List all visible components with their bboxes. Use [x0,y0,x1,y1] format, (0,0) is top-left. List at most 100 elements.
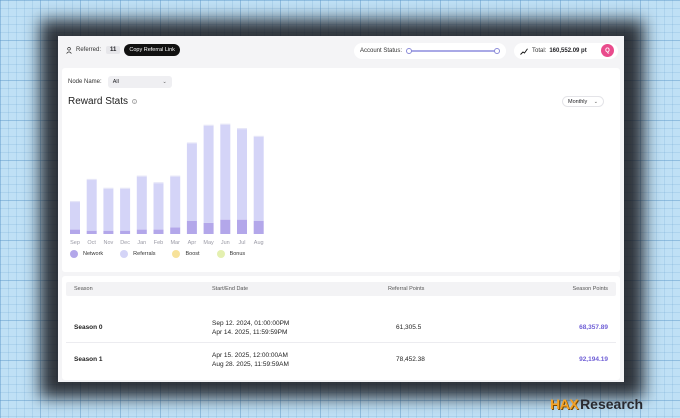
x-tick-label: Jul [238,240,245,246]
legend-item-referrals[interactable]: Referrals [120,250,155,258]
chevron-down-icon: ⌄ [593,98,598,105]
x-tick-label: Aug [254,240,264,246]
bar-network-jul[interactable] [237,219,247,234]
total-label: Total: [532,48,547,54]
x-tick-label: Feb [154,240,163,246]
header-season: Season [74,286,93,292]
node-name-select[interactable]: All ⌄ [107,76,172,88]
reward-stats-title: Reward Stats i [68,96,138,107]
copy-referral-link-button[interactable]: Copy Referral Link [124,44,180,56]
legend-item-boost[interactable]: Boost [172,250,200,258]
bar-network-jun[interactable] [220,219,231,234]
bar-referrals-may[interactable] [203,125,214,223]
trend-icon [520,48,528,55]
season-name: Season 0 [74,324,103,331]
reward-stats-title-text: Reward Stats [68,96,129,107]
reward-stats-chart: Sep Oct Nov Dec Jan Feb Mar Apr May Jun Jul Aug [70,123,264,246]
watermark-logo: HAX Research [550,396,643,412]
period-value: Monthly [568,98,588,105]
node-name-value: All [112,79,119,85]
table-row[interactable]: Season 1 Apr 15. 2025, 12:00:00AM Aug 28… [66,344,616,374]
x-tick-label: Oct [87,240,96,246]
season-dates: Apr 15. 2025, 12:00:00AM Aug 28. 2025, 1… [212,351,289,369]
row-divider [66,342,616,343]
x-tick-label: Sep [70,240,80,246]
referral-points: 78,452.38 [396,356,425,363]
bar-referrals-feb[interactable] [153,183,164,230]
node-filter: Node Name: All ⌄ [68,76,172,88]
reward-stats-card: Node Name: All ⌄ Reward Stats i Monthly … [62,68,620,272]
bar-network-feb[interactable] [153,229,164,234]
x-tick-label: Jan [137,240,146,246]
account-status-fill [408,50,498,52]
bar-network-may[interactable] [203,222,214,234]
bar-cap-feb [153,182,164,184]
slider-end-knob[interactable] [494,48,501,54]
bar-cap-oct [86,178,97,181]
top-bar: Referred: 11 Copy Referral Link Account … [58,36,624,66]
bar-network-apr[interactable] [186,220,197,234]
referred-count: 11 [106,46,121,54]
legend-label: Boost [185,251,200,257]
legend-swatch [70,250,78,258]
header-date: Start/End Date [212,286,249,292]
x-tick-label: Jun [221,240,230,246]
referral-points: 61,305.5 [396,324,422,331]
bar-network-dec[interactable] [120,230,131,234]
bar-network-aug[interactable] [253,220,264,234]
season-points: 68,357.89 [579,324,608,331]
bar-cap-aug [253,135,264,137]
legend-swatch [216,250,225,258]
season-start: Sep 12. 2024, 01:00:00PM [212,320,290,327]
legend-swatch [120,250,129,258]
bar-network-mar[interactable] [170,227,181,234]
bar-network-nov[interactable] [103,230,114,234]
referral-group: Referred: 11 Copy Referral Link [66,44,180,56]
legend-label: Referrals [133,251,156,257]
legend-item-bonus[interactable]: Bonus [216,250,246,258]
bar-network-sep[interactable] [70,229,80,234]
legend-item-network[interactable]: Network [70,250,103,258]
account-status-slider[interactable] [406,48,501,54]
season-end: Apr 14. 2025, 11:59:59PM [212,329,288,336]
referred-label: Referred: [76,47,102,53]
bar-network-oct[interactable] [86,230,97,234]
account-status: Account Status: [354,43,506,59]
season-table: Season Start/End Date Referral Points Se… [62,276,620,380]
legend-label: Bonus [229,251,246,257]
node-name-label: Node Name: [68,79,102,85]
bar-referrals-nov[interactable] [103,188,114,231]
chevron-down-icon: ⌄ [162,79,167,85]
table-row[interactable]: Season 0 Sep 12. 2024, 01:00:00PM Apr 14… [66,312,616,342]
bar-network-jan[interactable] [136,229,147,234]
bar-cap-mar [170,175,181,177]
info-icon[interactable]: i [132,99,138,104]
account-status-label: Account Status: [360,48,403,54]
table-header: Season Start/End Date Referral Points Se… [66,282,616,296]
bar-cap-jan [136,175,147,177]
bar-referrals-sep[interactable] [70,201,80,230]
bar-referrals-jun[interactable] [220,124,231,220]
bar-referrals-aug[interactable] [253,136,264,221]
bar-referrals-jul[interactable] [237,129,247,220]
bar-referrals-jan[interactable] [136,176,147,230]
dashboard-window: Referred: 11 Copy Referral Link Account … [58,36,624,382]
bar-referrals-dec[interactable] [120,188,131,231]
watermark-text: Research [580,396,644,412]
legend-swatch [172,250,181,258]
x-tick-label: Apr [188,240,197,246]
header-season-points: Season Points [572,286,608,292]
watermark-brand: HAX [550,396,579,412]
x-tick-label: May [203,240,214,246]
bar-referrals-oct[interactable] [86,179,97,231]
x-tick-label: Mar [170,240,180,246]
avatar[interactable]: Q [601,44,614,57]
period-select[interactable]: Monthly ⌄ [562,96,604,107]
season-name: Season 1 [74,356,103,363]
bar-cap-nov [103,187,114,189]
bar-referrals-mar[interactable] [170,176,181,228]
bar-cap-sep [70,200,80,203]
bar-referrals-apr[interactable] [186,143,197,221]
person-icon [66,46,72,54]
bar-cap-jun [220,123,231,125]
